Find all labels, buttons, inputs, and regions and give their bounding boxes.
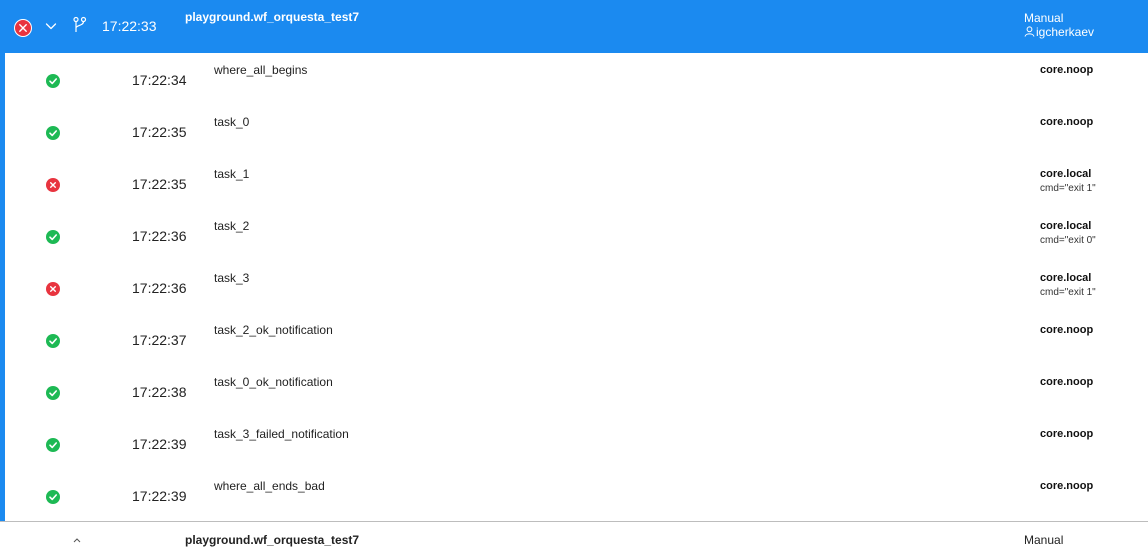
task-action: core.noop bbox=[1040, 324, 1094, 336]
task-action: core.noop bbox=[1040, 376, 1094, 388]
check-circle-icon bbox=[46, 490, 60, 504]
task-row[interactable]: 17:22:35 task_0 core.noop bbox=[5, 105, 1148, 157]
task-row[interactable]: 17:22:36 task_3 core.local cmd="exit 1" bbox=[5, 261, 1148, 313]
task-row[interactable]: 17:22:36 task_2 core.local cmd="exit 0" bbox=[5, 209, 1148, 261]
execution-start-time: 17:22:33 bbox=[102, 18, 157, 34]
next-execution-row[interactable]: playground.wf_orquesta_test7 Manual bbox=[0, 522, 1148, 547]
task-params: cmd="exit 1" bbox=[1040, 183, 1096, 194]
task-time: 17:22:39 bbox=[132, 436, 187, 452]
task-list: 17:22:34 where_all_begins core.noop 17:22:3… bbox=[0, 53, 1148, 522]
check-circle-icon bbox=[46, 230, 60, 244]
task-action: core.local bbox=[1040, 168, 1092, 180]
task-row[interactable]: 17:22:34 where_all_begins core.noop bbox=[5, 53, 1148, 105]
run-type: Manual bbox=[1024, 533, 1064, 547]
branch-icon[interactable] bbox=[72, 16, 88, 34]
task-params: cmd="exit 1" bbox=[1040, 287, 1096, 298]
task-action: core.local bbox=[1040, 272, 1092, 284]
task-row[interactable]: 17:22:37 task_2_ok_notification core.noop bbox=[5, 313, 1148, 365]
execution-header[interactable]: 17:22:33 playground.wf_orquesta_test7 Ma… bbox=[0, 0, 1148, 53]
task-time: 17:22:37 bbox=[132, 332, 187, 348]
failed-status-icon bbox=[14, 19, 32, 37]
task-name[interactable]: task_0_ok_notification bbox=[214, 375, 333, 389]
check-circle-icon bbox=[46, 386, 60, 400]
task-row[interactable]: 17:22:35 task_1 core.local cmd="exit 1" bbox=[5, 157, 1148, 209]
task-action: core.local bbox=[1040, 220, 1092, 232]
task-time: 17:22:36 bbox=[132, 280, 187, 296]
check-circle-icon bbox=[46, 334, 60, 348]
task-name[interactable]: task_1 bbox=[214, 167, 249, 181]
x-circle-icon bbox=[46, 178, 60, 192]
task-name[interactable]: where_all_ends_bad bbox=[214, 479, 325, 493]
task-name[interactable]: task_2 bbox=[214, 219, 249, 233]
task-time: 17:22:35 bbox=[132, 176, 187, 192]
task-name[interactable]: task_3 bbox=[214, 271, 249, 285]
workflow-name[interactable]: playground.wf_orquesta_test7 bbox=[185, 533, 359, 547]
user-icon bbox=[1024, 26, 1035, 37]
x-circle-icon bbox=[46, 282, 60, 296]
task-params: cmd="exit 0" bbox=[1040, 235, 1096, 246]
user-name: igcherkaev bbox=[1036, 25, 1095, 39]
task-time: 17:22:36 bbox=[132, 228, 187, 244]
task-time: 17:22:39 bbox=[132, 488, 187, 504]
task-action: core.noop bbox=[1040, 480, 1094, 492]
task-name[interactable]: task_0 bbox=[214, 115, 249, 129]
task-time: 17:22:38 bbox=[132, 384, 187, 400]
task-time: 17:22:34 bbox=[132, 72, 187, 88]
task-action: core.noop bbox=[1040, 428, 1094, 440]
task-row[interactable]: 17:22:39 where_all_ends_bad core.noop bbox=[5, 469, 1148, 521]
check-circle-icon bbox=[46, 126, 60, 140]
task-row[interactable]: 17:22:38 task_0_ok_notification core.noop bbox=[5, 365, 1148, 417]
chevron-up-icon[interactable] bbox=[73, 537, 81, 543]
check-circle-icon bbox=[46, 74, 60, 88]
execution-user: igcherkaev bbox=[1024, 25, 1094, 39]
task-action: core.noop bbox=[1040, 116, 1094, 128]
workflow-name[interactable]: playground.wf_orquesta_test7 bbox=[185, 10, 359, 24]
task-time: 17:22:35 bbox=[132, 124, 187, 140]
task-action: core.noop bbox=[1040, 64, 1094, 76]
run-type: Manual bbox=[1024, 11, 1064, 25]
check-circle-icon bbox=[46, 438, 60, 452]
task-name[interactable]: task_3_failed_notification bbox=[214, 427, 349, 441]
task-name[interactable]: task_2_ok_notification bbox=[214, 323, 333, 337]
task-row[interactable]: 17:22:39 task_3_failed_notification core.n… bbox=[5, 417, 1148, 469]
task-name[interactable]: where_all_begins bbox=[214, 63, 307, 77]
chevron-down-icon[interactable] bbox=[44, 18, 58, 34]
